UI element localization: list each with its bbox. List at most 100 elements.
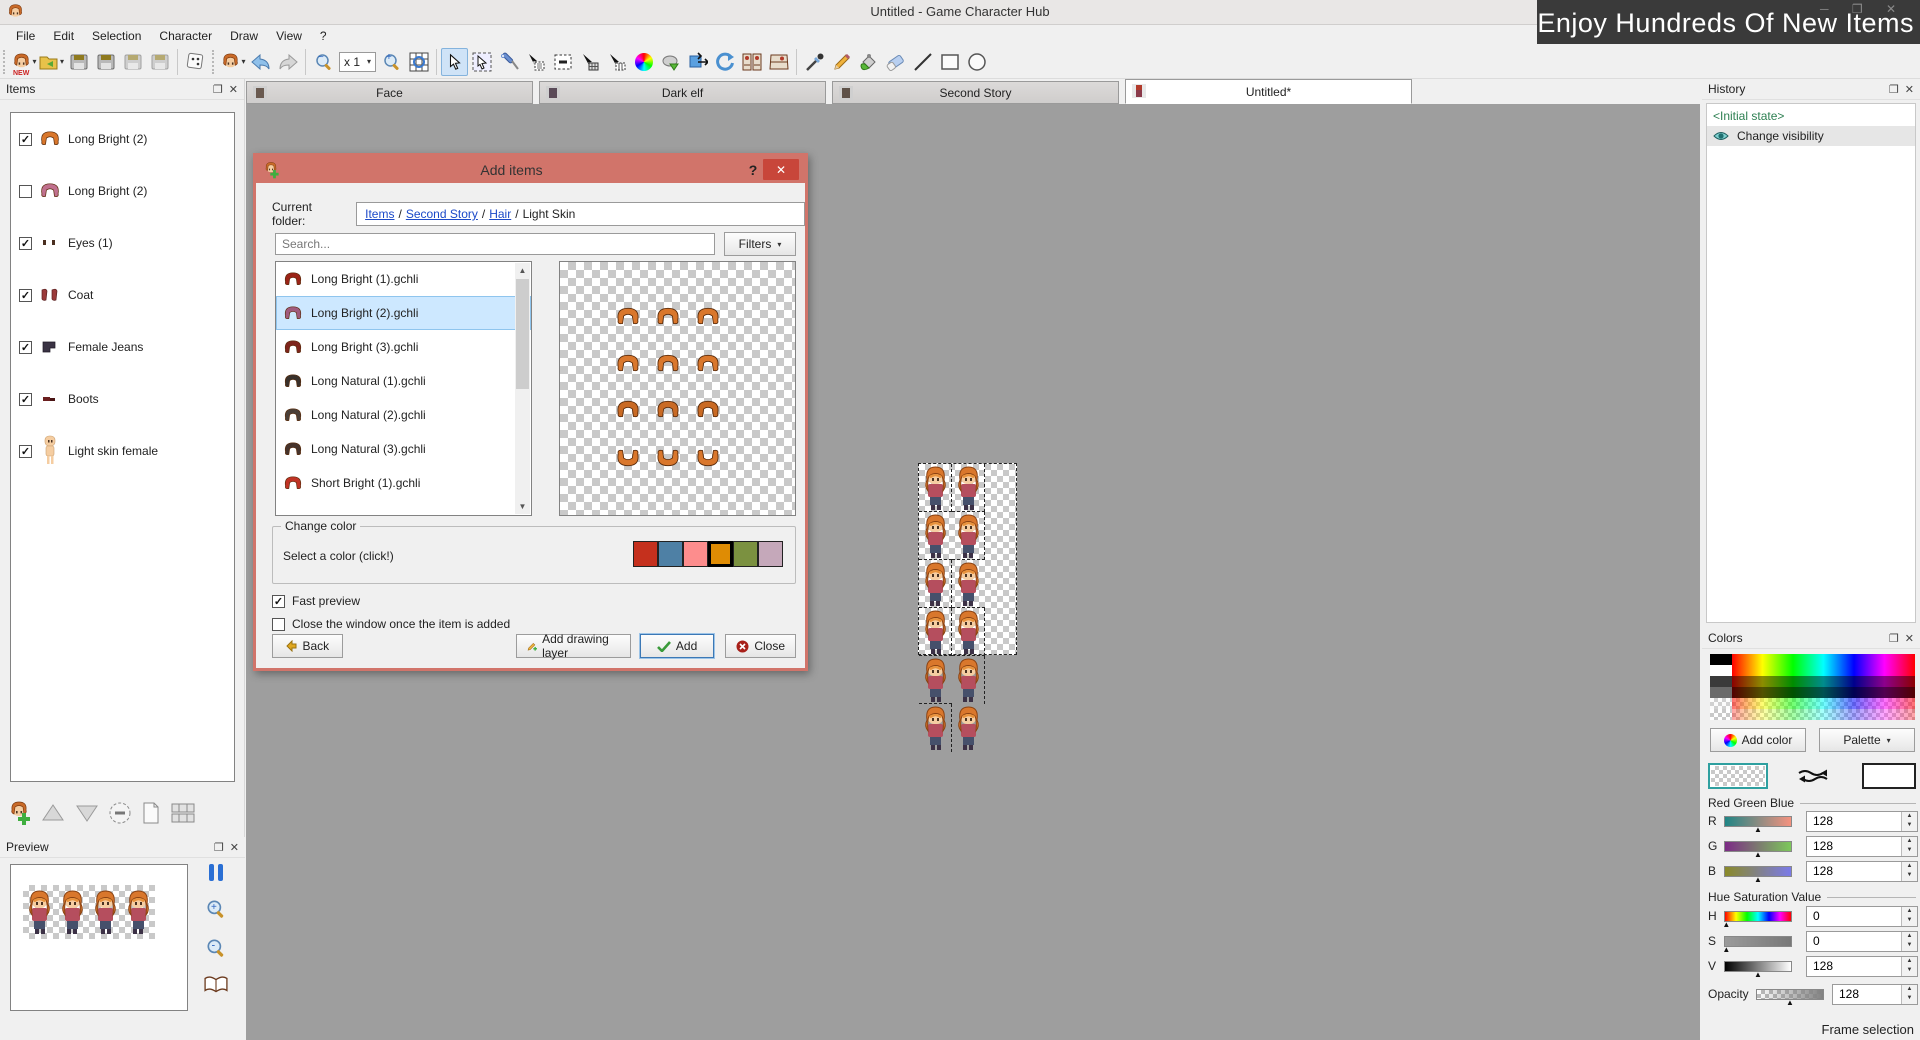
dialog-help-button[interactable]: ? (743, 162, 763, 178)
fast-preview-option[interactable]: ✓ Fast preview (272, 594, 360, 608)
sprite-frame[interactable] (919, 656, 952, 704)
hue-spinner[interactable]: ▲▼ (1901, 907, 1917, 926)
open-folder-button[interactable]: ▾ (38, 48, 65, 76)
sprite-frame[interactable] (952, 656, 985, 704)
sprite-sheet[interactable] (918, 463, 1017, 655)
tab-dark-elf[interactable]: Dark elf (539, 81, 826, 104)
eyedropper-tool[interactable] (801, 48, 828, 76)
opacity-slider[interactable]: ▲ (1756, 989, 1824, 1000)
color-swatch[interactable] (758, 541, 783, 567)
value-value-input[interactable] (1807, 959, 1901, 973)
history-initial-state[interactable]: <Initial state> (1707, 106, 1915, 126)
scroll-thumb[interactable] (516, 279, 529, 389)
file-row[interactable]: Long Natural (1).gchli (276, 364, 531, 398)
remove-item-button[interactable] (108, 801, 132, 825)
pause-button[interactable] (209, 864, 223, 881)
item-row[interactable]: ✓ Boots (11, 373, 234, 425)
hue-grid[interactable] (1732, 654, 1915, 720)
color-spectrum[interactable] (1710, 654, 1915, 720)
dialog-title-bar[interactable]: Add items ? ✕ (256, 156, 805, 183)
opacity-spinner[interactable]: ▲▼ (1901, 985, 1917, 1004)
close-panel-icon[interactable]: ✕ (229, 83, 238, 96)
sprite-frame[interactable] (952, 608, 985, 656)
grayscale-column[interactable] (1710, 654, 1732, 720)
back-button[interactable]: Back (272, 634, 343, 658)
breadcrumb-hair[interactable]: Hair (489, 207, 511, 221)
save-as-button[interactable] (92, 48, 119, 76)
color-swatch[interactable] (633, 541, 658, 567)
sprite-frame[interactable] (919, 560, 952, 608)
red-spinner[interactable]: ▲▼ (1901, 812, 1917, 831)
rectangle-tool[interactable] (936, 48, 963, 76)
primary-color-swatch[interactable] (1708, 763, 1768, 789)
menu-help[interactable]: ? (312, 27, 335, 45)
fill-tool[interactable] (855, 48, 882, 76)
sprite-frame[interactable] (919, 608, 952, 656)
file-row[interactable]: Short Bright (1).gchli (276, 466, 531, 500)
saturation-spinner[interactable]: ▲▼ (1901, 932, 1917, 951)
generate-character-button[interactable]: ▾ (220, 48, 247, 76)
hue-value-input[interactable] (1807, 909, 1901, 923)
sprite-frame[interactable] (952, 560, 985, 608)
preview-book-button[interactable] (204, 976, 228, 994)
color-swatch[interactable] (733, 541, 758, 567)
zoom-in-button[interactable]: + (378, 48, 405, 76)
color-swatch[interactable] (683, 541, 708, 567)
green-value-input[interactable] (1807, 839, 1901, 853)
color-swatch[interactable] (658, 541, 683, 567)
save-all-button[interactable] (119, 48, 146, 76)
float-panel-icon[interactable]: ❐ (1889, 632, 1899, 645)
close-panel-icon[interactable]: ✕ (1905, 632, 1914, 645)
tab-face[interactable]: Face (246, 81, 533, 104)
file-row-selected[interactable]: Long Bright (2).gchli (276, 296, 531, 330)
breadcrumb-second-story[interactable]: Second Story (406, 207, 478, 221)
file-row[interactable]: Long Natural (2).gchli (276, 398, 531, 432)
opacity-value-input[interactable] (1833, 987, 1901, 1001)
item-row[interactable]: ✓ Long Bright (2) (11, 113, 234, 165)
add-button[interactable]: Add (640, 634, 714, 658)
move-up-button[interactable] (40, 802, 66, 824)
open-page-button[interactable] (140, 801, 162, 825)
blue-slider[interactable]: ▲ (1724, 866, 1792, 877)
item-checkbox[interactable]: ✓ (19, 289, 32, 302)
file-row[interactable]: Long Natural (3).gchli (276, 432, 531, 466)
sprite-frame[interactable] (919, 704, 952, 752)
color-wheel-button[interactable] (630, 48, 657, 76)
item-checkbox[interactable]: ✓ (19, 133, 32, 146)
item-checkbox[interactable]: ✓ (19, 445, 32, 458)
sprite-frame[interactable] (952, 464, 985, 512)
green-spinner[interactable]: ▲▼ (1901, 837, 1917, 856)
item-row[interactable]: Long Bright (2) (11, 165, 234, 217)
toolbar-handle[interactable] (212, 50, 217, 74)
search-input[interactable] (275, 233, 715, 255)
magic-wand-tool[interactable] (495, 48, 522, 76)
scroll-up-icon[interactable]: ▲ (515, 263, 530, 278)
save-button[interactable] (65, 48, 92, 76)
secondary-color-swatch[interactable] (1862, 763, 1916, 789)
menu-edit[interactable]: Edit (45, 27, 82, 45)
item-row[interactable]: ✓ Coat (11, 269, 234, 321)
scrollbar[interactable]: ▲ ▼ (515, 263, 530, 514)
close-button[interactable]: Close (725, 634, 796, 658)
random-character-button[interactable] (182, 48, 209, 76)
menu-file[interactable]: File (8, 27, 43, 45)
pencil-tool[interactable] (828, 48, 855, 76)
new-character-button[interactable]: ▾ NEW (11, 48, 38, 76)
frames-button[interactable] (738, 48, 765, 76)
item-row[interactable]: ✓ Eyes (1) (11, 217, 234, 269)
history-entry[interactable]: Change visibility (1707, 126, 1915, 146)
value-slider[interactable]: ▲ (1724, 961, 1792, 972)
undo-button[interactable] (247, 48, 274, 76)
tab-second-story[interactable]: Second Story (832, 81, 1119, 104)
close-window-option[interactable]: Close the window once the item is added (272, 617, 510, 631)
move-selection-tool[interactable] (522, 48, 549, 76)
tab-untitled[interactable]: Untitled* (1125, 79, 1412, 104)
green-slider[interactable]: ▲ (1724, 841, 1792, 852)
blue-value-input[interactable] (1807, 864, 1901, 878)
eraser-tool[interactable] (882, 48, 909, 76)
close-panel-icon[interactable]: ✕ (230, 841, 239, 854)
file-row[interactable]: Long Bright (3).gchli (276, 330, 531, 364)
add-item-button[interactable] (6, 800, 32, 826)
item-checkbox[interactable]: ✓ (19, 237, 32, 250)
ellipse-tool[interactable] (963, 48, 990, 76)
